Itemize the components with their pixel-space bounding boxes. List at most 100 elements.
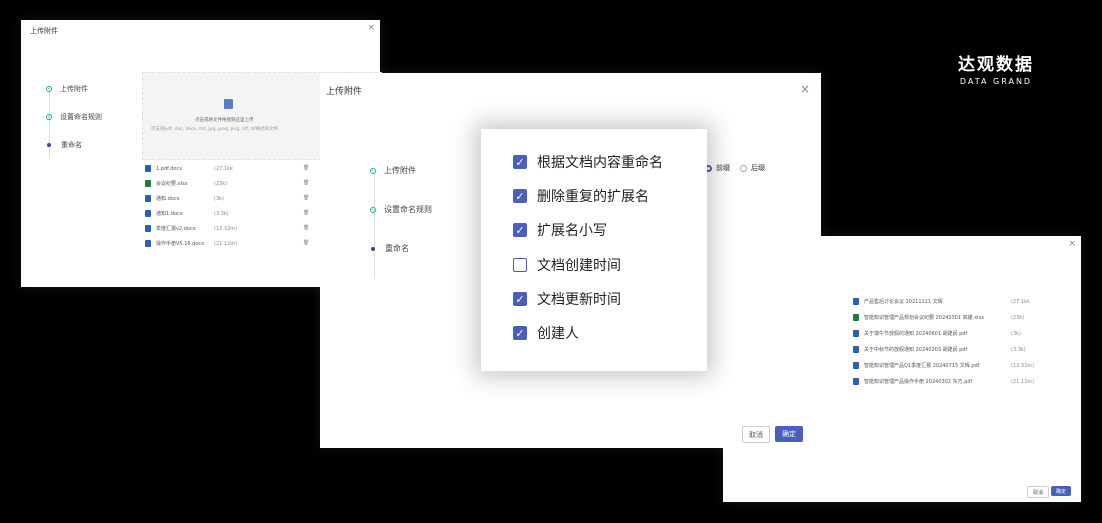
step-done-icon (370, 167, 376, 174)
dialog-title: 上传附件 (326, 87, 363, 97)
file-name: 智能知识管理产品操作手册 20240302 东方.pdf (864, 379, 973, 385)
file-size: (3.3k) (214, 211, 229, 217)
step-label: 重命名 (385, 244, 409, 253)
trash-icon[interactable]: 🗑 (303, 210, 309, 216)
upload-icon (224, 99, 233, 109)
word-file-icon (145, 165, 151, 172)
step-done-icon (370, 206, 376, 213)
trash-icon[interactable]: 🗑 (303, 195, 309, 201)
confirm-button[interactable]: 确定 (1051, 486, 1071, 496)
upload-text: 点击或将文件拖拽到这里上传 (195, 118, 254, 123)
step-upload: 上传附件 (46, 84, 88, 94)
file-name: 会议纪要.xlsx (156, 181, 188, 187)
trash-icon[interactable]: 🗑 (303, 225, 309, 231)
option-label: 创建人 (537, 326, 579, 342)
file-size: (12.32m) (1011, 363, 1035, 369)
upload-hint: 可支持pdf, doc, docx, txt, jpg, jpeg, png, … (151, 127, 279, 132)
step-done-icon (46, 86, 52, 92)
brand-logo: 达观数据 DATA GRAND (958, 50, 1034, 86)
option-label: 根据文档内容重命名 (537, 155, 663, 171)
excel-file-icon (145, 180, 151, 187)
step-label: 设置命名规则 (384, 205, 432, 214)
checkbox-checked-icon: ✓ (513, 189, 527, 203)
file-size: (3k) (214, 196, 224, 202)
option-rename-by-content[interactable]: ✓ 根据文档内容重命名 (513, 152, 663, 172)
step-rename: 重命名 (370, 243, 409, 254)
pdf-file-icon (853, 346, 859, 353)
file-size: (3.3k) (1011, 347, 1026, 353)
file-size: (12.32m) (214, 226, 238, 232)
option-remove-duplicate-ext[interactable]: ✓ 删除重复的扩展名 (513, 186, 649, 206)
option-label: 文档更新时间 (537, 292, 621, 308)
file-name: 智能知识管理产品Q1季度汇报 20240715 文辉.pdf (864, 363, 980, 369)
step-done-icon (46, 114, 52, 120)
renamed-file-item: 关于端午节放假的通知 20240601 胡建民.pdf (853, 330, 967, 337)
file-item: 季度汇报v2.docx (145, 225, 196, 232)
file-name: 操作手册V5.16.docx (156, 241, 205, 247)
step-naming-rule: 设置命名规则 (370, 204, 432, 215)
close-icon[interactable]: × (1068, 239, 1076, 249)
file-size: (21.12m) (214, 241, 238, 247)
file-item: 通知.docx (145, 195, 180, 202)
option-creator[interactable]: ✓ 创建人 (513, 323, 579, 343)
word-file-icon (853, 298, 859, 305)
step-upload: 上传附件 (370, 165, 416, 176)
step-label: 上传附件 (384, 166, 416, 175)
word-file-icon (145, 210, 151, 217)
file-name: 产品售后讨论会议 20211121 文辉 (864, 299, 943, 305)
cancel-button[interactable]: 取消 (1027, 486, 1049, 498)
option-lowercase-ext[interactable]: ✓ 扩展名小写 (513, 220, 607, 240)
close-icon[interactable]: × (367, 23, 375, 33)
step-current-icon (47, 143, 51, 147)
radio-label: 前缀 (716, 164, 730, 172)
renamed-file-item: 产品售后讨论会议 20211121 文辉 (853, 298, 943, 305)
renamed-file-item: 关于中秋节的放假通知 20240203 胡建民.pdf (853, 346, 967, 353)
file-size: (3k) (1011, 331, 1021, 337)
option-updated-time[interactable]: ✓ 文档更新时间 (513, 289, 621, 309)
renamed-file-item: 智能知识管理产品操作手册 20240302 东方.pdf (853, 378, 972, 385)
excel-file-icon (853, 314, 859, 321)
file-name: 1.pdf.docx (156, 165, 183, 172)
word-file-icon (145, 195, 151, 202)
word-file-icon (145, 225, 151, 232)
renamed-file-item: 智能知识管理产品规划会议纪要 20240301 高雄.xlsx (853, 314, 984, 321)
checkbox-checked-icon: ✓ (513, 155, 527, 169)
radio-unselected-icon (740, 164, 747, 172)
checkbox-checked-icon: ✓ (513, 292, 527, 306)
step-naming-rule: 设置命名规则 (46, 112, 102, 122)
position-radio-prefix[interactable]: 前缀 (705, 163, 730, 173)
cancel-button[interactable]: 取消 (742, 426, 770, 443)
file-size: (21.12m) (1011, 379, 1035, 385)
file-item: 会议纪要.xlsx (145, 180, 188, 187)
file-size: (27.1kk (214, 166, 233, 172)
brand-sub: DATA GRAND (959, 77, 1033, 86)
renamed-file-item: 智能知识管理产品Q1季度汇报 20240715 文辉.pdf (853, 362, 979, 369)
pdf-file-icon (853, 330, 859, 337)
trash-icon[interactable]: 🗑 (303, 165, 309, 171)
checkbox-checked-icon: ✓ (513, 223, 527, 237)
option-label: 扩展名小写 (537, 223, 607, 239)
step-label: 上传附件 (60, 85, 88, 93)
option-label: 删除重复的扩展名 (537, 189, 649, 205)
word-file-icon (145, 240, 151, 247)
trash-icon[interactable]: 🗑 (303, 240, 309, 246)
dialog-title: 上传附件 (30, 27, 58, 35)
step-line (374, 173, 375, 278)
close-icon[interactable]: × (800, 82, 810, 96)
option-created-time[interactable]: 文档创建时间 (513, 255, 621, 275)
file-name: 关于端午节放假的通知 20240601 胡建民.pdf (864, 331, 968, 337)
file-name: 通知.docx (156, 196, 180, 202)
trash-icon[interactable]: 🗑 (303, 180, 309, 186)
radio-label: 后缀 (751, 164, 765, 172)
file-item: 操作手册V5.16.docx (145, 240, 204, 247)
file-size: (27.1kk (1011, 299, 1030, 305)
position-radio-suffix[interactable]: 后缀 (740, 163, 765, 173)
brand-name: 达观数据 (958, 55, 1034, 75)
confirm-button[interactable]: 确定 (775, 426, 803, 442)
file-item: 1.pdf.docx (145, 165, 182, 172)
step-rename: 重命名 (46, 140, 82, 150)
checkbox-unchecked-icon (513, 258, 527, 272)
option-label: 文档创建时间 (537, 258, 621, 274)
file-item: 通知1.docx (145, 210, 183, 217)
step-label: 重命名 (61, 141, 82, 149)
